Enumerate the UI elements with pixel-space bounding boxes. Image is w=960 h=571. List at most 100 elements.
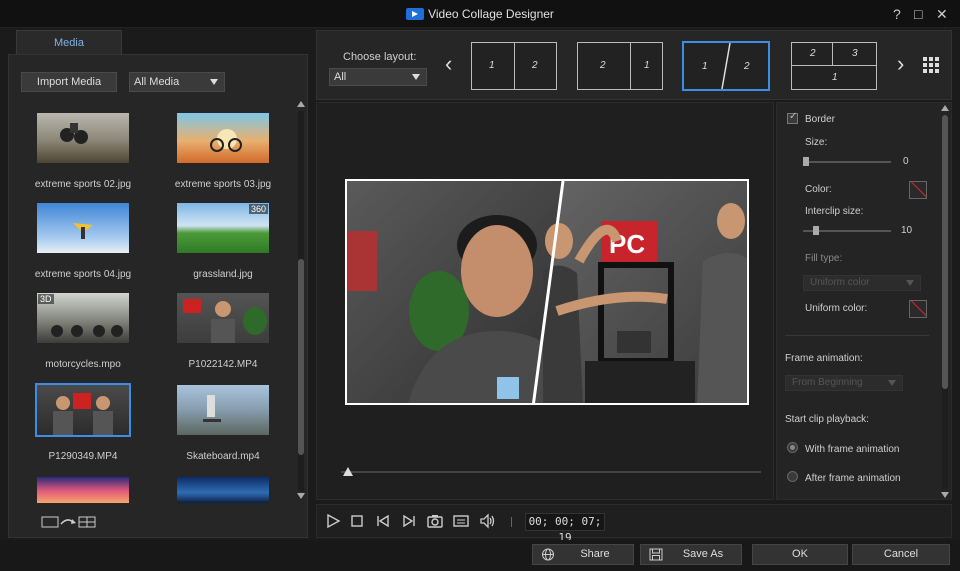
volume-icon[interactable]	[479, 513, 495, 529]
help-button[interactable]: ?	[893, 6, 901, 22]
media-scroll-thumb[interactable]	[298, 259, 304, 455]
timeline-track[interactable]	[341, 471, 761, 473]
subtitles-icon[interactable]	[453, 513, 469, 529]
ok-button[interactable]: OK	[752, 544, 848, 565]
settings-scroll-down-icon[interactable]	[941, 492, 949, 498]
uniform-color-swatch[interactable]	[909, 300, 927, 318]
layout-cell: 2	[600, 60, 606, 71]
import-media-button[interactable]: Import Media	[21, 72, 117, 92]
next-layout-button[interactable]: ›	[897, 53, 904, 75]
prev-layout-button[interactable]: ‹	[445, 53, 452, 75]
settings-scroll-up-icon[interactable]	[941, 105, 949, 111]
media-thumb-extreme-sports-04[interactable]	[37, 203, 129, 253]
media-label: extreme sports 03.jpg	[174, 179, 272, 190]
chevron-down-icon	[888, 380, 896, 386]
save-disk-icon	[649, 548, 663, 561]
media-label: motorcycles.mpo	[45, 359, 121, 370]
with-frame-animation-label: With frame animation	[805, 444, 900, 455]
title-bar: Video Collage Designer ? □ ✕	[0, 0, 960, 28]
settings-scroll-thumb[interactable]	[942, 115, 948, 389]
diagonal-divider-icon	[721, 43, 731, 89]
layout-option-4[interactable]: 2 3 1	[791, 42, 877, 90]
stop-icon[interactable]	[349, 513, 365, 529]
color-label: Color:	[805, 184, 832, 195]
tab-media[interactable]: Media	[16, 30, 122, 54]
settings-scrollbar[interactable]	[942, 115, 948, 489]
media-thumb-motorcycles[interactable]: 3D	[37, 293, 129, 343]
after-frame-animation-radio[interactable]	[787, 471, 798, 482]
border-checkbox[interactable]	[787, 111, 798, 124]
collage-preview-area: PC	[316, 102, 774, 500]
share-button[interactable]: Share	[532, 544, 634, 565]
layout-cell: 1	[644, 60, 650, 71]
settings-panel: Border Size: 0 Color: Interclip size: 10…	[776, 102, 952, 500]
layout-filter-select[interactable]: All	[329, 68, 427, 86]
size-slider[interactable]	[803, 157, 891, 166]
person-image-icon	[183, 299, 267, 343]
layout-option-1[interactable]: 1 2	[471, 42, 557, 90]
interclip-slider[interactable]	[803, 226, 891, 235]
media-thumb-sunset[interactable]	[37, 477, 129, 503]
maximize-button[interactable]: □	[914, 6, 922, 22]
frame-animation-select[interactable]: From Beginning	[785, 375, 903, 391]
media-thumb-skateboard[interactable]	[177, 385, 269, 435]
grid-view-icon[interactable]	[923, 57, 939, 73]
media-thumb-p1022142[interactable]	[177, 293, 269, 343]
scroll-down-icon[interactable]	[297, 493, 305, 499]
separator	[511, 517, 512, 527]
play-icon[interactable]	[325, 513, 341, 529]
playhead-icon[interactable]	[343, 467, 353, 476]
media-thumb-grassland[interactable]: 360	[177, 203, 269, 253]
360-badge: 360	[248, 204, 268, 214]
size-value: 0	[903, 156, 909, 167]
layout-cell: 1	[832, 72, 838, 83]
chevron-down-icon	[906, 280, 914, 286]
motocross-image-icon	[60, 123, 88, 144]
close-button[interactable]: ✕	[936, 6, 948, 23]
media-thumb-blue[interactable]	[177, 477, 269, 503]
media-label: extreme sports 02.jpg	[34, 179, 132, 190]
cancel-button[interactable]: Cancel	[852, 544, 950, 565]
layout-cell: 2	[532, 60, 538, 71]
size-label: Size:	[805, 137, 828, 148]
cyclist-image-icon	[210, 129, 242, 152]
interclip-slider-knob[interactable]	[813, 226, 819, 235]
media-thumb-extreme-sports-02[interactable]	[37, 113, 129, 163]
two-people-image-icon	[53, 393, 113, 435]
start-clip-playback-label: Start clip playback:	[785, 414, 869, 425]
media-label: P1022142.MP4	[188, 359, 258, 370]
dialog-footer: Share Save As OK Cancel	[0, 540, 960, 571]
layout-cell: 1	[489, 60, 495, 71]
save-as-button[interactable]: Save As	[640, 544, 742, 565]
media-library-panel: Import Media All Media extreme sports 02…	[8, 54, 308, 538]
scroll-up-icon[interactable]	[297, 101, 305, 107]
fill-type-select[interactable]: Uniform color	[803, 275, 921, 291]
playback-controls: 00; 00; 07; 19	[316, 504, 952, 544]
previous-frame-icon[interactable]	[375, 513, 391, 529]
layout-cell: 2	[810, 48, 816, 59]
media-label: grassland.jpg	[193, 269, 253, 280]
border-color-swatch[interactable]	[909, 181, 927, 199]
interclip-size-label: Interclip size:	[805, 206, 864, 217]
app-logo-icon	[406, 8, 425, 20]
media-scrollbar[interactable]	[298, 111, 304, 491]
media-filter-select[interactable]: All Media	[129, 72, 225, 92]
layout-option-3-selected[interactable]: 1 2	[682, 41, 770, 91]
layout-strip: Choose layout: All ‹ 1 2 2 1 1 2 2 3 1 ›	[316, 30, 952, 100]
snapshot-camera-icon[interactable]	[427, 513, 443, 529]
with-frame-animation-radio[interactable]	[787, 442, 798, 453]
media-thumb-p1290349-selected[interactable]	[35, 383, 131, 437]
fill-type-label: Fill type:	[805, 253, 843, 264]
media-thumb-extreme-sports-03[interactable]	[177, 113, 269, 163]
after-frame-animation-label: After frame animation	[805, 473, 901, 484]
layout-option-2[interactable]: 2 1	[577, 42, 663, 90]
layout-cell: 3	[852, 48, 858, 59]
interclip-value: 10	[901, 225, 913, 236]
timecode-display: 00; 00; 07; 19	[525, 513, 605, 544]
switch-view-icon[interactable]	[41, 515, 97, 529]
collage-preview[interactable]: PC	[345, 179, 749, 405]
size-slider-knob[interactable]	[803, 157, 809, 166]
chevron-down-icon	[412, 74, 420, 80]
next-frame-icon[interactable]	[401, 513, 417, 529]
uniform-color-label: Uniform color:	[805, 303, 868, 314]
